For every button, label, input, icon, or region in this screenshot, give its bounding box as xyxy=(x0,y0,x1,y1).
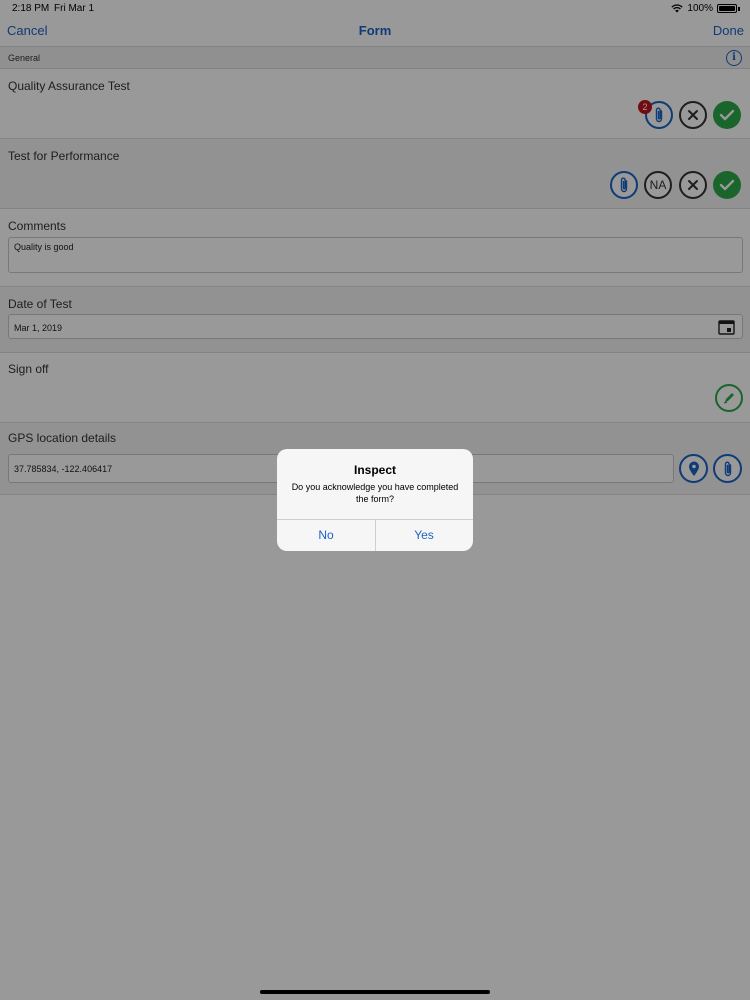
form-page: 2:18 PM Fri Mar 1 100% Cancel Form Done … xyxy=(0,0,750,1000)
dialog-title: Inspect xyxy=(353,463,396,477)
no-button[interactable]: No xyxy=(277,519,375,551)
home-indicator xyxy=(260,990,490,994)
dialog-message: Do you acknowledge you have completed th… xyxy=(291,482,459,504)
yes-button[interactable]: Yes xyxy=(375,519,473,551)
alert-dialog: Inspect Do you acknowledge you have comp… xyxy=(277,449,473,551)
